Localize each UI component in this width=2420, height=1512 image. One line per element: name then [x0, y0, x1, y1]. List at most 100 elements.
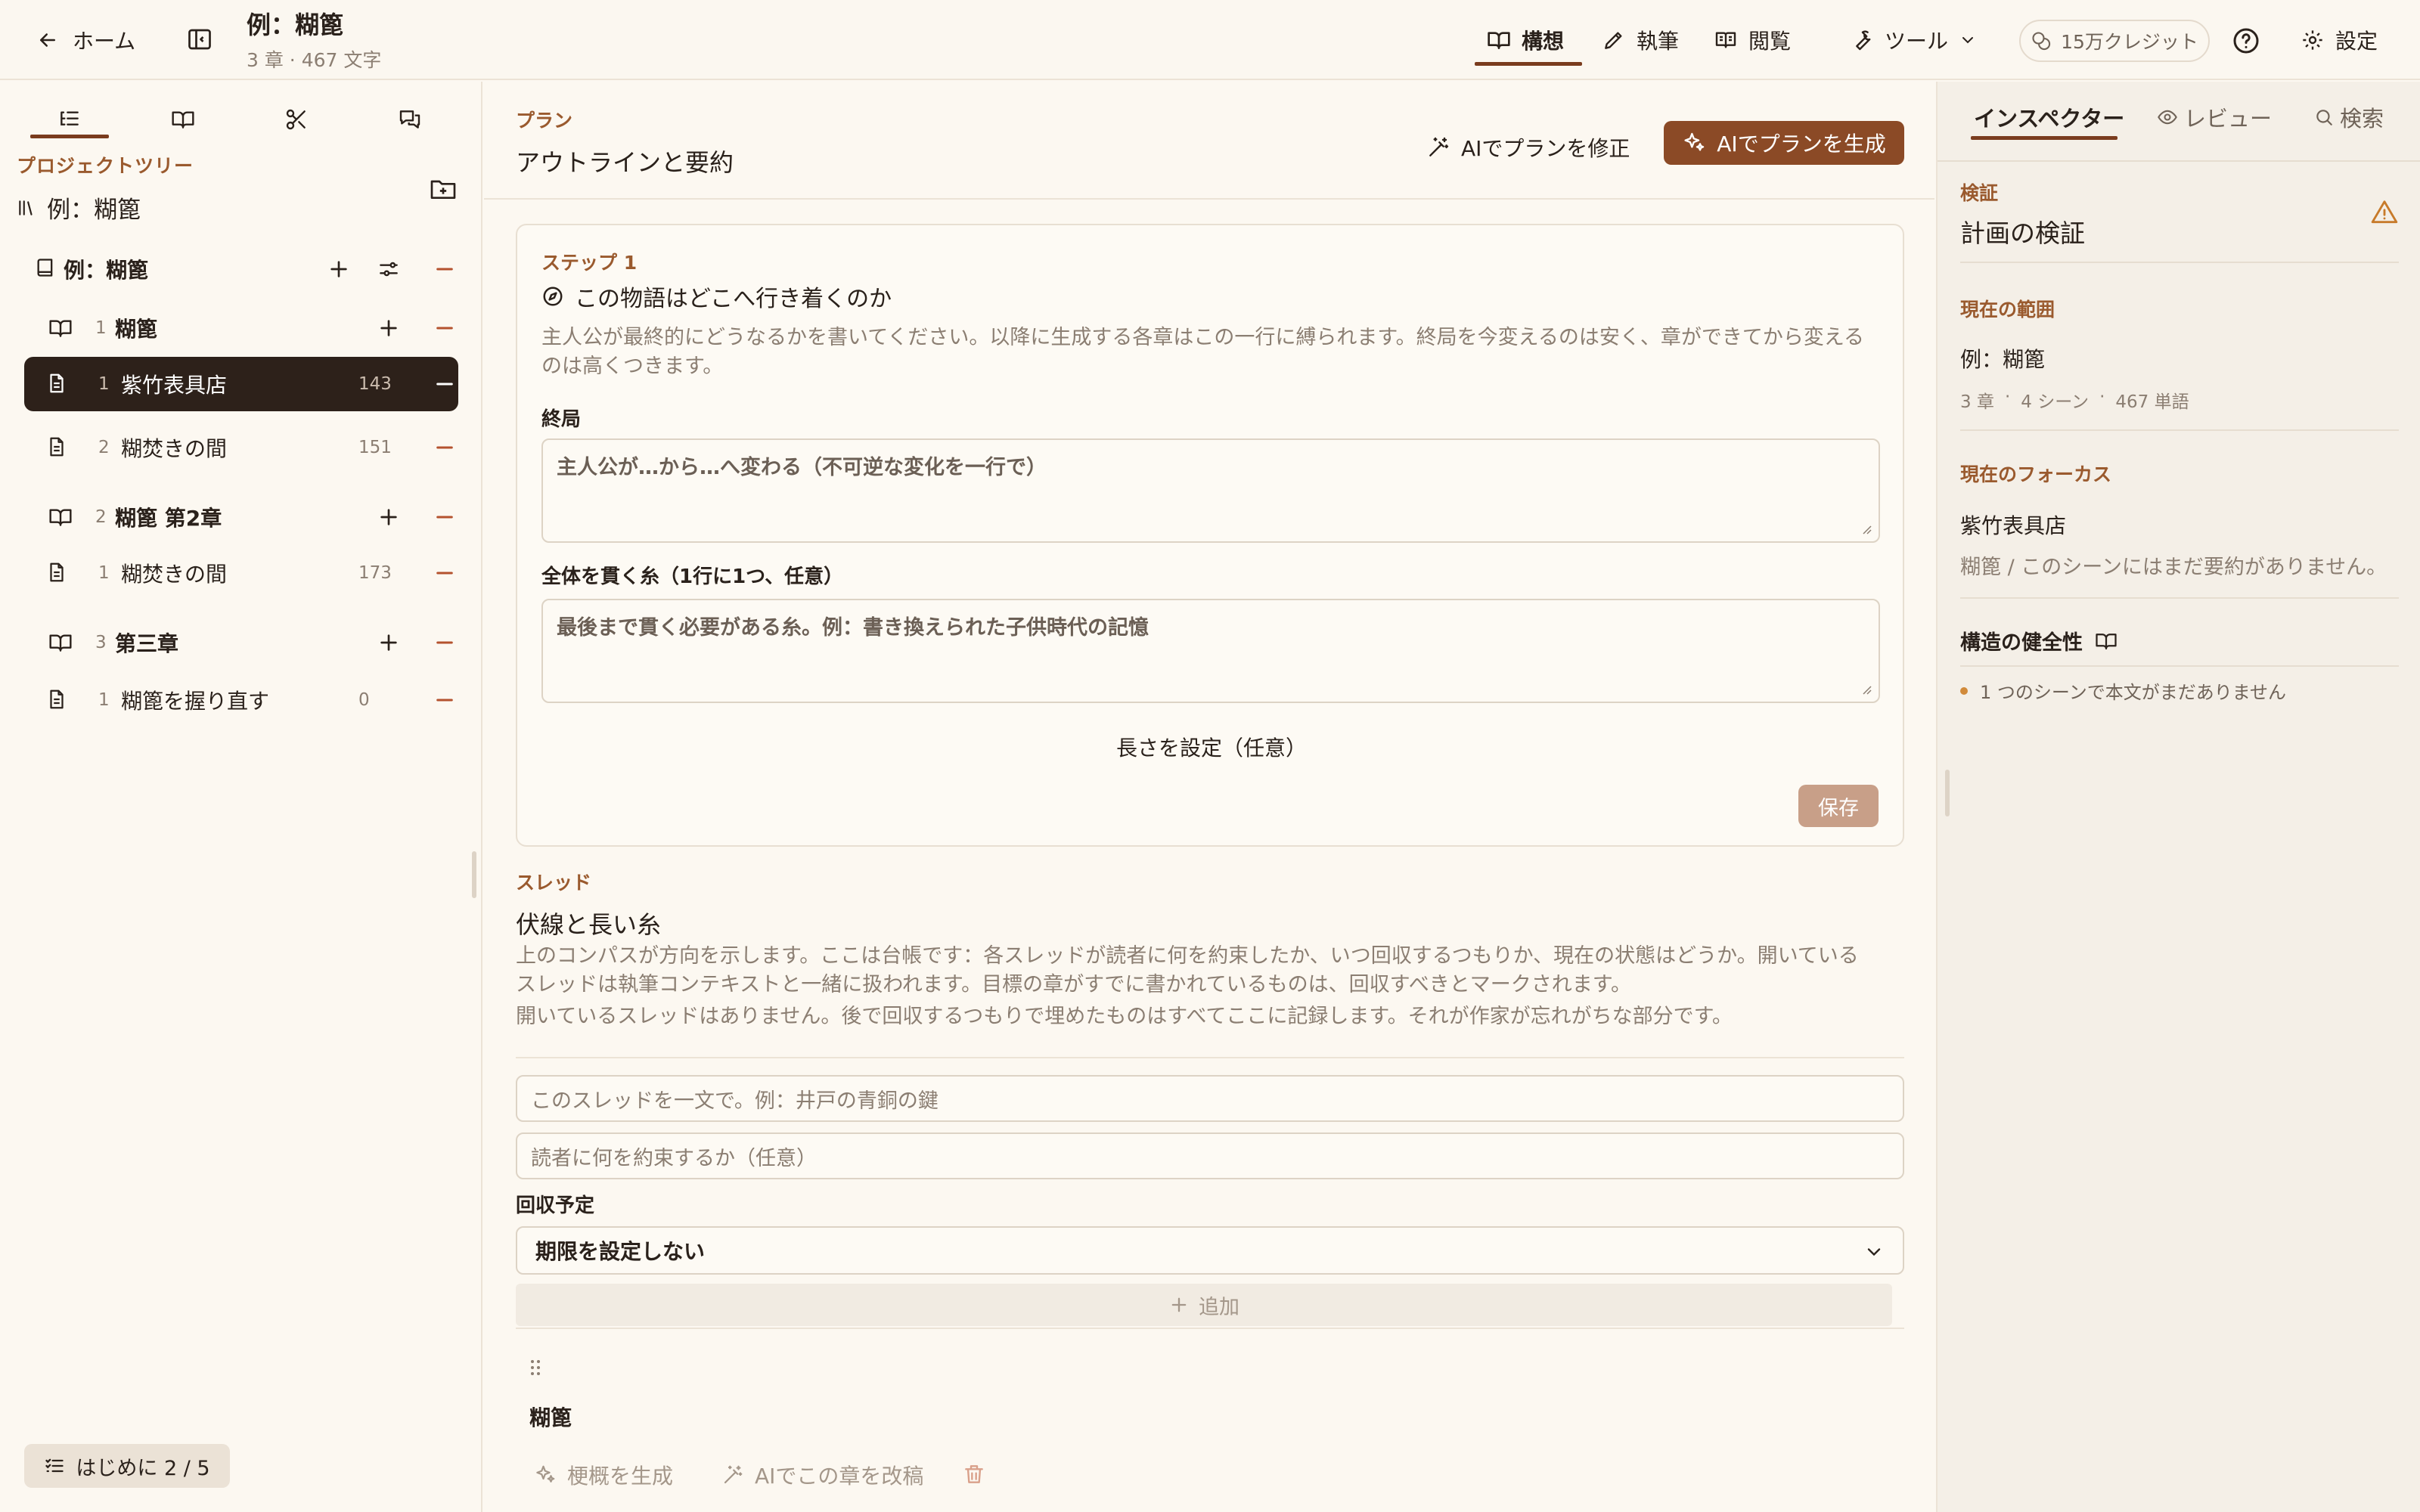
add-chapter-icon[interactable] [327, 257, 351, 281]
plan-header: プラン アウトラインと要約 AIでプランを修正 AIでプランを生成 [484, 82, 1934, 200]
active-tab-indicator [1971, 136, 2118, 140]
payoff-select[interactable]: 期限を設定しない [516, 1226, 1904, 1275]
compass-icon [541, 285, 564, 308]
step-kicker: ステップ 1 [541, 252, 638, 274]
project-root[interactable]: 例：糊篦 [17, 191, 141, 225]
remove-icon[interactable] [433, 257, 457, 281]
tree-scene-number: 2 [98, 438, 110, 457]
thread-input[interactable]: このスレッドを一文で。例：井戸の青銅の鍵 [516, 1075, 1904, 1122]
through-threads-placeholder: 最後まで貫く必要がある糸。例：書き換えられた子供時代の記憶 [557, 616, 1149, 640]
tab-search-label: 検索 [2340, 106, 2384, 132]
document-icon [45, 435, 70, 460]
add-thread-button[interactable]: 追加 [516, 1284, 1892, 1326]
remove-icon[interactable] [433, 505, 457, 529]
active-sidebar-tab-indicator [30, 135, 109, 138]
tree-scene[interactable]: 1 糊篦を握り直す 0 [24, 673, 458, 727]
remove-icon[interactable] [433, 688, 457, 712]
book-open-icon [2095, 630, 2118, 652]
getting-started-button[interactable]: はじめに 2 / 5 [24, 1444, 230, 1488]
help-icon[interactable] [2231, 26, 2261, 56]
tree-book[interactable]: 例：糊篦 [24, 242, 458, 296]
health-issue-item[interactable]: 1 つのシーンで本文がまだありません [1960, 677, 2286, 704]
scope-stats: 3 章 · 4 シーン · 467 単語 [1960, 387, 2189, 413]
tree-scene[interactable]: 1 糊焚きの間 173 [24, 546, 458, 600]
separator-dot: · [2099, 387, 2105, 407]
divider [1960, 597, 2399, 599]
tree-book-label: 例：糊篦 [64, 258, 149, 283]
tree-chapter-label: 糊篦 [115, 317, 158, 342]
book-open-icon [1487, 28, 1511, 52]
sidebar-tab-book[interactable] [144, 98, 222, 141]
tab-read-label: 閲覧 [1748, 29, 1792, 54]
tree-chapter[interactable]: 3 第三章 [24, 615, 458, 670]
payoff-label: 回収予定 [516, 1194, 595, 1217]
adjust-icon[interactable] [377, 257, 401, 281]
focus-name: 紫竹表具店 [1960, 513, 2067, 538]
credits-badge[interactable]: 15万クレジット [2019, 20, 2210, 62]
through-threads-textarea[interactable]: 最後まで貫く必要がある糸。例：書き換えられた子供時代の記憶 [541, 599, 1880, 703]
left-panel-resizer[interactable] [472, 851, 476, 898]
remove-icon[interactable] [433, 316, 457, 340]
remove-icon[interactable] [433, 561, 457, 585]
tree-scene[interactable]: 2 糊焚きの間 151 [24, 420, 458, 475]
ai-rewrite-chapter-button[interactable]: AIでこの章を改稿 [721, 1458, 923, 1492]
focus-kicker: 現在のフォーカス [1960, 463, 2112, 485]
resize-grip-icon[interactable] [1860, 683, 1872, 696]
active-tab-indicator [1475, 62, 1582, 66]
promise-input[interactable]: 読者に何を約束するか（任意） [516, 1132, 1904, 1179]
tab-plan[interactable]: 構想 [1487, 21, 1564, 59]
add-scene-icon[interactable] [377, 505, 401, 529]
drag-handle-icon[interactable] [526, 1356, 544, 1379]
chat-icon [398, 107, 422, 132]
remove-icon[interactable] [433, 631, 457, 655]
book-open-icon [48, 505, 73, 529]
tab-search[interactable]: 検索 [2314, 101, 2384, 133]
trash-icon[interactable] [962, 1462, 986, 1486]
thread-input-placeholder: このスレッドを一文で。例：井戸の青銅の鍵 [531, 1089, 939, 1113]
generate-synopsis-label: 梗概を生成 [567, 1464, 674, 1489]
search-icon [2314, 107, 2334, 127]
tree-chapter[interactable]: 1 糊篦 [24, 301, 458, 355]
left-sidebar: プロジェクトツリー 例：糊篦 例：糊篦 1 糊篦 1 紫竹表具店 143 2 糊… [0, 82, 482, 1512]
warning-icon[interactable] [2370, 198, 2399, 227]
document-icon [45, 688, 70, 712]
sparkles-icon [1682, 131, 1706, 155]
chevron-down-icon [1863, 1241, 1885, 1263]
sidebar-collapse-icon[interactable] [186, 26, 213, 53]
home-button[interactable]: ホーム [36, 23, 135, 57]
ai-generate-plan-button[interactable]: AIでプランを生成 [1664, 121, 1904, 165]
tab-write[interactable]: 執筆 [1602, 21, 1679, 59]
tree-chapter[interactable]: 2 糊篦 第2章 [24, 490, 458, 544]
document-icon [45, 561, 70, 585]
eye-icon [2157, 107, 2178, 128]
document-title: 例：糊篦 [247, 11, 344, 39]
settings-button[interactable]: 設定 [2301, 21, 2378, 59]
tree-scene-label: 紫竹表具店 [121, 373, 228, 398]
new-folder-icon[interactable] [428, 174, 458, 204]
tree-chapter-number: 2 [95, 507, 107, 527]
remove-icon[interactable] [433, 372, 457, 396]
add-scene-icon[interactable] [377, 316, 401, 340]
tree-scene[interactable]: 1 紫竹表具店 143 [24, 357, 458, 411]
tools-menu-button[interactable]: ツール [1850, 21, 1977, 59]
tab-review[interactable]: レビュー [2157, 101, 2272, 133]
status-dot [1960, 686, 1968, 695]
save-button[interactable]: 保存 [1798, 785, 1879, 827]
divider [1960, 665, 2399, 667]
verify-kicker: 検証 [1960, 182, 1999, 204]
add-scene-icon[interactable] [377, 631, 401, 655]
sidebar-tab-scissors[interactable] [257, 98, 336, 141]
magic-wand-icon [1426, 135, 1450, 160]
tree-scene-count: 143 [358, 374, 392, 394]
tab-read[interactable]: 閲覧 [1714, 21, 1791, 59]
tab-inspector[interactable]: インスペクター [1974, 101, 2124, 133]
through-threads-label: 全体を貫く糸（1行に1つ、任意） [541, 565, 844, 588]
right-panel-resizer[interactable] [1945, 770, 1950, 816]
resize-grip-icon[interactable] [1860, 523, 1872, 535]
set-length-button[interactable]: 長さを設定（任意） [517, 732, 1906, 762]
ending-textarea[interactable]: 主人公が…から…へ変わる（不可逆な変化を一行で） [541, 438, 1880, 543]
generate-synopsis-button[interactable]: 梗概を生成 [534, 1458, 673, 1492]
remove-icon[interactable] [433, 435, 457, 460]
ai-revise-plan-button[interactable]: AIでプランを修正 [1426, 125, 1630, 169]
sidebar-tab-chat[interactable] [371, 98, 449, 141]
